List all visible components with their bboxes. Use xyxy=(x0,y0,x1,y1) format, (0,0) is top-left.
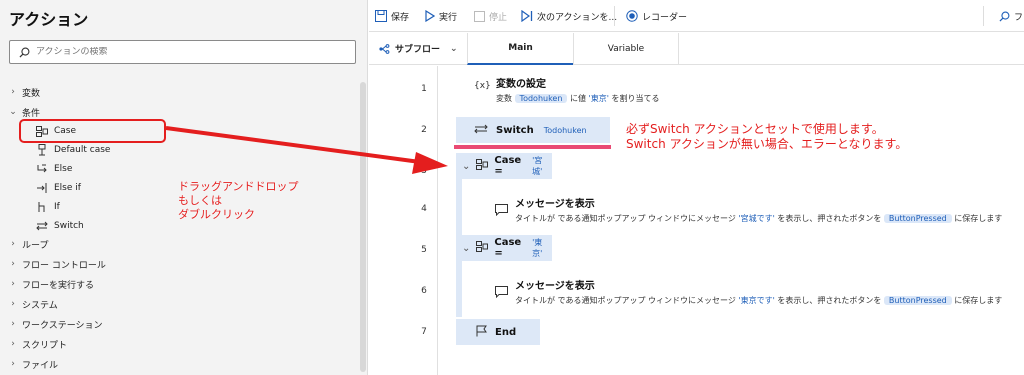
app-window: アクション › 変数 ⌄ 条件 Case xyxy=(0,0,1024,375)
drag-arrow xyxy=(165,126,448,174)
switch-requirement-note: 必ずSwitch アクションとセットで使用します。 Switch アクションが無… xyxy=(626,122,908,151)
drag-drop-note: ドラッグアンドドロップ もしくは ダブルクリック xyxy=(178,180,299,221)
